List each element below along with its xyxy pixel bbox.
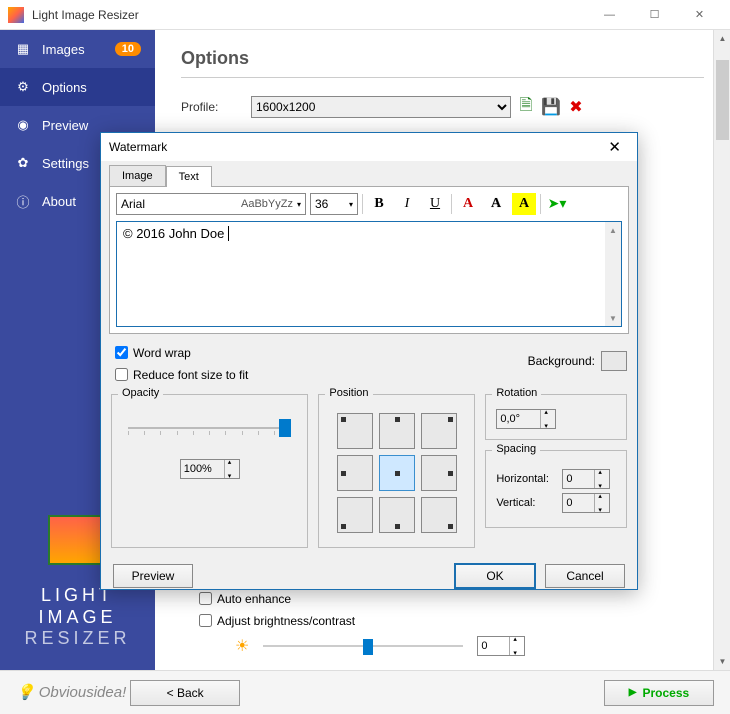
- adjust-bc-checkbox[interactable]: [199, 614, 212, 627]
- spacing-legend: Spacing: [492, 443, 540, 455]
- opacity-slider[interactable]: [128, 419, 291, 449]
- profile-save-icon[interactable]: 💾: [541, 97, 561, 117]
- underline-button[interactable]: U: [423, 193, 447, 215]
- position-grid: [337, 413, 457, 533]
- preview-button[interactable]: Preview: [113, 564, 193, 588]
- scrollbar-thumb[interactable]: [716, 60, 729, 140]
- font-select[interactable]: ArialAaBbYyZz▾: [116, 193, 306, 215]
- tab-image[interactable]: Image: [109, 165, 166, 186]
- sidebar-item-options[interactable]: ⚙ Options: [0, 68, 155, 106]
- process-button[interactable]: Process: [604, 680, 714, 706]
- font-color-button[interactable]: A: [456, 193, 480, 215]
- footer: 💡Obviousidea! < Back Process: [0, 670, 730, 714]
- sidebar-item-images[interactable]: ▦ Images 10: [0, 30, 155, 68]
- spacing-v-label: Vertical:: [496, 497, 562, 509]
- spacing-v-spinner[interactable]: 0: [562, 493, 610, 513]
- opacity-spinner[interactable]: 100%: [180, 459, 240, 479]
- dialog-titlebar: Watermark ✕: [101, 133, 637, 161]
- preview-icon: ◉: [14, 116, 32, 134]
- tab-text[interactable]: Text: [166, 166, 212, 187]
- watermark-text-input[interactable]: © 2016 John Doe ▲▼: [116, 221, 622, 327]
- page-title: Options: [181, 48, 704, 69]
- font-highlight-button[interactable]: A: [512, 193, 536, 215]
- position-top-center[interactable]: [379, 413, 415, 449]
- dialog-close-icon[interactable]: ✕: [600, 138, 629, 156]
- profile-select[interactable]: 1600x1200: [251, 96, 511, 118]
- spacing-h-spinner[interactable]: 0: [562, 469, 610, 489]
- brightness-icon: ☀: [235, 636, 249, 656]
- rotation-legend: Rotation: [492, 387, 541, 399]
- titlebar: Light Image Resizer — ☐ ✕: [0, 0, 730, 30]
- close-button[interactable]: ✕: [677, 0, 722, 30]
- back-button[interactable]: < Back: [130, 680, 240, 706]
- position-middle-right[interactable]: [421, 455, 457, 491]
- position-legend: Position: [325, 387, 372, 399]
- background-label: Background:: [528, 354, 595, 368]
- position-middle-left[interactable]: [337, 455, 373, 491]
- word-wrap-checkbox[interactable]: [115, 346, 128, 359]
- adjust-bc-label: Adjust brightness/contrast: [217, 614, 355, 628]
- textarea-scrollbar[interactable]: ▲▼: [605, 222, 621, 326]
- about-icon: ⓘ: [14, 192, 32, 210]
- watermark-dialog: Watermark ✕ Image Text ArialAaBbYyZz▾ 36…: [100, 132, 638, 590]
- content-scrollbar[interactable]: ▲ ▼: [713, 30, 730, 670]
- sidebar-item-label: Images: [42, 42, 85, 57]
- italic-button[interactable]: I: [395, 193, 419, 215]
- position-middle-center[interactable]: [379, 455, 415, 491]
- images-icon: ▦: [14, 40, 32, 58]
- background-color-swatch[interactable]: [601, 351, 627, 371]
- position-bottom-left[interactable]: [337, 497, 373, 533]
- brightness-thumb[interactable]: [363, 639, 373, 655]
- position-top-right[interactable]: [421, 413, 457, 449]
- position-top-left[interactable]: [337, 413, 373, 449]
- bulb-icon: 💡: [16, 684, 35, 701]
- profile-label: Profile:: [181, 100, 251, 114]
- window-title: Light Image Resizer: [32, 8, 587, 22]
- sidebar-item-label: Settings: [42, 156, 89, 171]
- minimize-button[interactable]: —: [587, 0, 632, 30]
- rotation-spinner[interactable]: 0,0°: [496, 409, 556, 429]
- images-badge: 10: [115, 42, 141, 56]
- brightness-spinner[interactable]: 0: [477, 636, 525, 656]
- opacity-thumb[interactable]: [279, 419, 291, 437]
- footer-brand: 💡Obviousidea!: [16, 683, 126, 702]
- maximize-button[interactable]: ☐: [632, 0, 677, 30]
- opacity-legend: Opacity: [118, 387, 163, 399]
- word-wrap-label: Word wrap: [133, 346, 191, 360]
- sidebar-item-label: About: [42, 194, 76, 209]
- dialog-title: Watermark: [109, 140, 167, 154]
- sidebar-item-label: Options: [42, 80, 87, 95]
- options-icon: ⚙: [14, 78, 32, 96]
- app-icon: [8, 7, 24, 23]
- sidebar-item-label: Preview: [42, 118, 88, 133]
- reduce-font-label: Reduce font size to fit: [133, 368, 248, 382]
- cancel-button[interactable]: Cancel: [545, 564, 625, 588]
- position-bottom-center[interactable]: [379, 497, 415, 533]
- product-logo-icon: [48, 515, 108, 565]
- font-outline-button[interactable]: A: [484, 193, 508, 215]
- font-size-select[interactable]: 36▾: [310, 193, 358, 215]
- profile-delete-icon[interactable]: ✖: [566, 97, 586, 117]
- bold-button[interactable]: B: [367, 193, 391, 215]
- reduce-font-checkbox[interactable]: [115, 368, 128, 381]
- profile-new-icon[interactable]: 🗎: [516, 97, 536, 117]
- text-tab-panel: ArialAaBbYyZz▾ 36▾ B I U A A A ➤▾ © 2016…: [109, 186, 629, 334]
- position-bottom-right[interactable]: [421, 497, 457, 533]
- settings-icon: ✿: [14, 154, 32, 172]
- brightness-slider[interactable]: [263, 645, 463, 647]
- spacing-h-label: Horizontal:: [496, 473, 562, 485]
- ok-button[interactable]: OK: [455, 564, 535, 588]
- cursor-button[interactable]: ➤▾: [545, 193, 569, 215]
